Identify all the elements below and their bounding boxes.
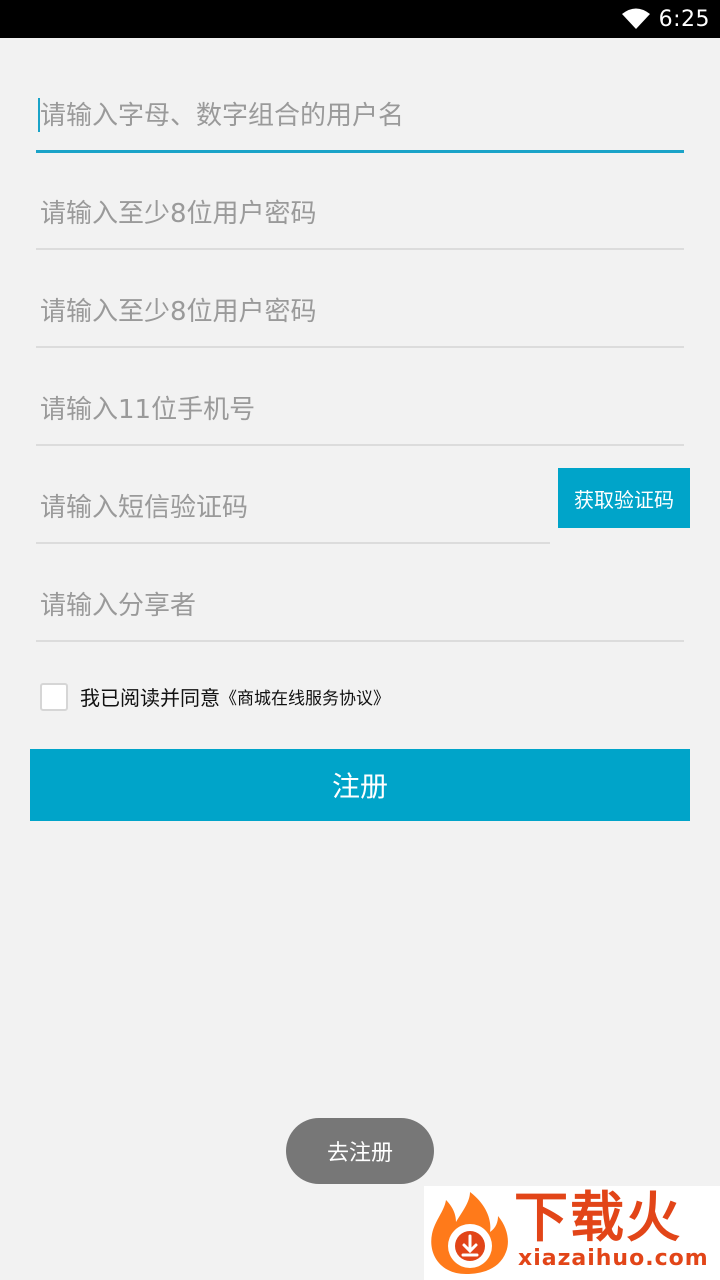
username-underline [36, 150, 684, 153]
agreement-row: 我已阅读并同意 《商城在线服务协议》 [40, 682, 390, 711]
status-bar: 6:25 [0, 0, 720, 38]
watermark-url: xiazaihuo.com [518, 1246, 709, 1271]
watermark: 下载火 xiazaihuo.com [424, 1186, 720, 1280]
password-field [36, 190, 684, 288]
sms-code-input[interactable] [36, 484, 550, 532]
username-input[interactable] [36, 92, 684, 140]
password-underline [36, 248, 684, 250]
sharer-field [36, 582, 684, 680]
register-button[interactable]: 注册 [30, 749, 690, 821]
text-cursor [38, 98, 40, 132]
watermark-title: 下载火 [514, 1186, 682, 1249]
password-input[interactable] [36, 190, 684, 238]
status-time: 6:25 [658, 6, 710, 32]
username-field [36, 92, 684, 190]
phone-underline [36, 444, 684, 446]
get-sms-code-button[interactable]: 获取验证码 [558, 468, 690, 528]
password-confirm-underline [36, 346, 684, 348]
sharer-input[interactable] [36, 582, 684, 630]
toast-message: 去注册 [286, 1118, 434, 1184]
phone-input[interactable] [36, 386, 684, 434]
register-form: 获取验证码 [36, 92, 690, 680]
agreement-text: 我已阅读并同意 [80, 686, 220, 710]
sharer-underline [36, 640, 684, 642]
password-confirm-field [36, 288, 684, 386]
agreement-link[interactable]: 《商城在线服务协议》 [220, 684, 390, 709]
register-screen: 6:25 获取验证码 我已 [0, 0, 720, 1280]
flame-logo-icon [431, 1192, 508, 1274]
sms-code-field: 获取验证码 [36, 468, 690, 582]
agreement-checkbox[interactable] [40, 682, 68, 711]
password-confirm-input[interactable] [36, 288, 684, 336]
wifi-icon [621, 8, 650, 29]
sms-code-underline [36, 542, 550, 544]
